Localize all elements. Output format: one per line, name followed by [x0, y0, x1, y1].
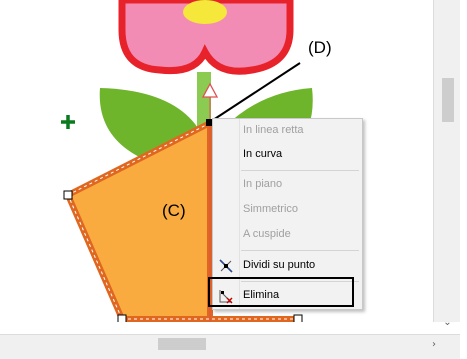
menu-item-symmetric[interactable]: Simmetrico [213, 199, 362, 221]
highlight-box-delete [208, 277, 354, 307]
control-point[interactable] [63, 190, 73, 200]
control-point[interactable] [117, 314, 127, 322]
menu-separator [241, 170, 359, 171]
menu-item-curve[interactable]: In curva [213, 144, 362, 166]
menu-item-label: In curva [243, 148, 283, 160]
horizontal-scrollbar[interactable]: › [0, 334, 460, 359]
callout-c-label: (C) [162, 201, 186, 220]
menu-item-label: In piano [243, 178, 283, 190]
menu-item-straight-line[interactable]: In linea retta [213, 120, 362, 142]
vertical-scrollbar[interactable]: ⌄ [433, 0, 461, 328]
vertical-scroll-thumb[interactable] [442, 78, 454, 122]
menu-item-label: Dividi su punto [243, 259, 316, 271]
flower-center [183, 0, 227, 24]
menu-item-flat[interactable]: In piano [213, 174, 362, 196]
control-point[interactable] [293, 314, 303, 322]
scroll-right-arrow-icon[interactable]: › [428, 338, 440, 352]
callout-d-label: (D) [308, 38, 332, 57]
horizontal-scroll-thumb[interactable] [158, 338, 206, 350]
menu-item-label: Simmetrico [243, 203, 299, 215]
menu-item-split-at-point[interactable]: Dividi su punto [213, 255, 362, 277]
menu-item-label: In linea retta [243, 124, 304, 136]
menu-separator [241, 250, 359, 251]
window-edge [460, 0, 467, 358]
menu-item-cusp[interactable]: A cuspide [213, 224, 362, 246]
split-point-icon [218, 258, 234, 274]
scroll-down-arrow-icon[interactable]: ⌄ [434, 316, 461, 330]
origin-plus-icon [61, 115, 75, 129]
menu-item-label: A cuspide [243, 228, 291, 240]
